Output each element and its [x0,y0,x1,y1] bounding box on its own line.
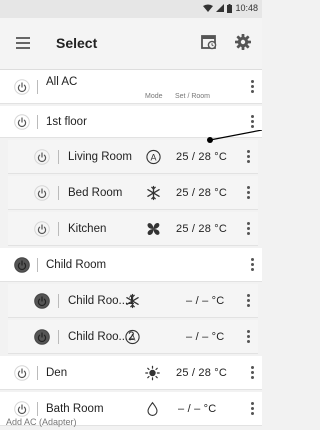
scroll-indicator [207,130,262,143]
svg-text:A: A [150,152,156,162]
list-item-den[interactable]: Den 25 / 28 °C [0,356,262,390]
temperature-readout: – / – °C [186,294,225,307]
power-off-icon[interactable] [14,78,30,95]
separator [37,114,38,129]
more-options-icon[interactable] [246,149,250,164]
separator [58,221,59,236]
power-off-icon[interactable] [34,184,50,201]
gear-icon[interactable] [234,33,252,51]
power-on-icon[interactable] [14,256,30,273]
clock: 10:48 [235,3,258,13]
temperature-readout: 25 / 28 °C [176,150,228,163]
separator [58,185,59,200]
snowflake-icon [126,293,139,308]
list-item-child-room-2[interactable]: Child Roo...2 A – / – °C [8,320,258,354]
more-options-icon[interactable] [250,114,254,129]
separator [37,79,38,94]
snowflake-icon [147,185,160,200]
app-bar: Select [0,18,262,70]
more-options-icon[interactable] [250,365,254,380]
list-item-kitchen[interactable]: Kitchen 25 / 28 °C [8,212,258,246]
temperature-readout: – / – °C [178,402,217,415]
droplet-icon [147,401,158,416]
separator [58,149,59,164]
power-off-icon[interactable] [14,400,30,417]
row-label: Bed Room [68,186,123,199]
power-off-icon[interactable] [14,113,30,130]
temperature-readout: 25 / 28 °C [176,186,228,199]
mode-column-header: Mode [145,93,163,100]
set-room-column-header: Set / Room [175,93,211,100]
page-title: Select [56,35,98,51]
list-item-child-room-1[interactable]: Child Roo...1 – / – °C [8,284,258,318]
row-label: Child Room [46,258,107,271]
temperature-readout: 25 / 28 °C [176,366,228,379]
wifi-icon [203,4,214,12]
more-options-icon[interactable] [246,185,250,200]
row-label: 1st floor [46,115,87,128]
list-item-all-ac[interactable]: All AC Mode Set / Room [0,70,262,104]
schedule-icon[interactable] [200,33,218,51]
separator [37,365,38,380]
power-on-icon[interactable] [34,292,50,309]
row-label: Kitchen [68,222,107,235]
power-off-icon[interactable] [34,148,50,165]
menu-icon[interactable] [16,37,30,49]
list-item-bed-room[interactable]: Bed Room 25 / 28 °C [8,176,258,210]
sun-icon [145,365,160,380]
add-ac-link[interactable]: Add AC (Adapter) [6,417,77,427]
more-options-icon[interactable] [250,257,254,272]
power-off-icon[interactable] [14,364,30,381]
fan-icon [147,222,160,235]
separator [58,293,59,308]
more-options-icon[interactable] [246,221,250,236]
row-label: Bath Room [46,402,104,415]
status-bar: 10:48 [0,0,262,18]
temperature-readout: 25 / 28 °C [176,222,228,235]
row-label: Den [46,366,68,379]
list-item-living-room[interactable]: Living Room A 25 / 28 °C [8,140,258,174]
list-item-child-room[interactable]: Child Room [0,248,262,282]
separator [37,257,38,272]
more-options-icon[interactable] [246,329,250,344]
more-options-icon[interactable] [250,79,254,94]
battery-icon [227,3,233,13]
row-label: All AC [46,76,78,88]
power-off-icon[interactable] [34,220,50,237]
separator [58,329,59,344]
more-options-icon[interactable] [250,401,254,416]
separator [37,401,38,416]
temperature-readout: – / – °C [186,330,225,343]
status-icons: 10:48 [203,3,258,13]
row-label: Living Room [68,150,132,163]
more-options-icon[interactable] [246,293,250,308]
power-on-icon[interactable] [34,328,50,345]
svg-text:A: A [129,332,135,342]
signal-icon [216,4,225,12]
auto-mode-icon: A [125,329,140,344]
auto-mode-icon: A [146,149,161,164]
